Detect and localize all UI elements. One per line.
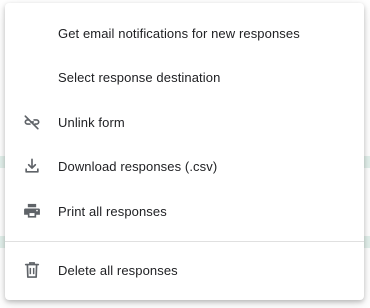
print-icon: [22, 201, 42, 221]
unlink-icon: [22, 112, 42, 132]
menu-item-download-csv[interactable]: Download responses (.csv): [5, 144, 364, 188]
menu-item-label: Get email notifications for new response…: [58, 25, 300, 41]
menu-divider: [5, 241, 364, 242]
menu-item-label: Unlink form: [58, 114, 125, 130]
trash-icon: [22, 260, 42, 280]
menu-item-select-destination[interactable]: Select response destination: [5, 55, 364, 99]
menu-item-delete-all[interactable]: Delete all responses: [5, 248, 364, 292]
menu-item-label: Select response destination: [58, 69, 221, 85]
menu-item-label: Download responses (.csv): [58, 158, 218, 174]
menu-item-email-notifications[interactable]: Get email notifications for new response…: [5, 11, 364, 55]
menu-item-label: Delete all responses: [58, 262, 178, 278]
menu-item-label: Print all responses: [58, 203, 167, 219]
menu-item-unlink-form[interactable]: Unlink form: [5, 100, 364, 144]
menu-item-print-all[interactable]: Print all responses: [5, 189, 364, 233]
responses-more-options-menu: Get email notifications for new response…: [5, 3, 364, 300]
download-icon: [22, 156, 42, 176]
